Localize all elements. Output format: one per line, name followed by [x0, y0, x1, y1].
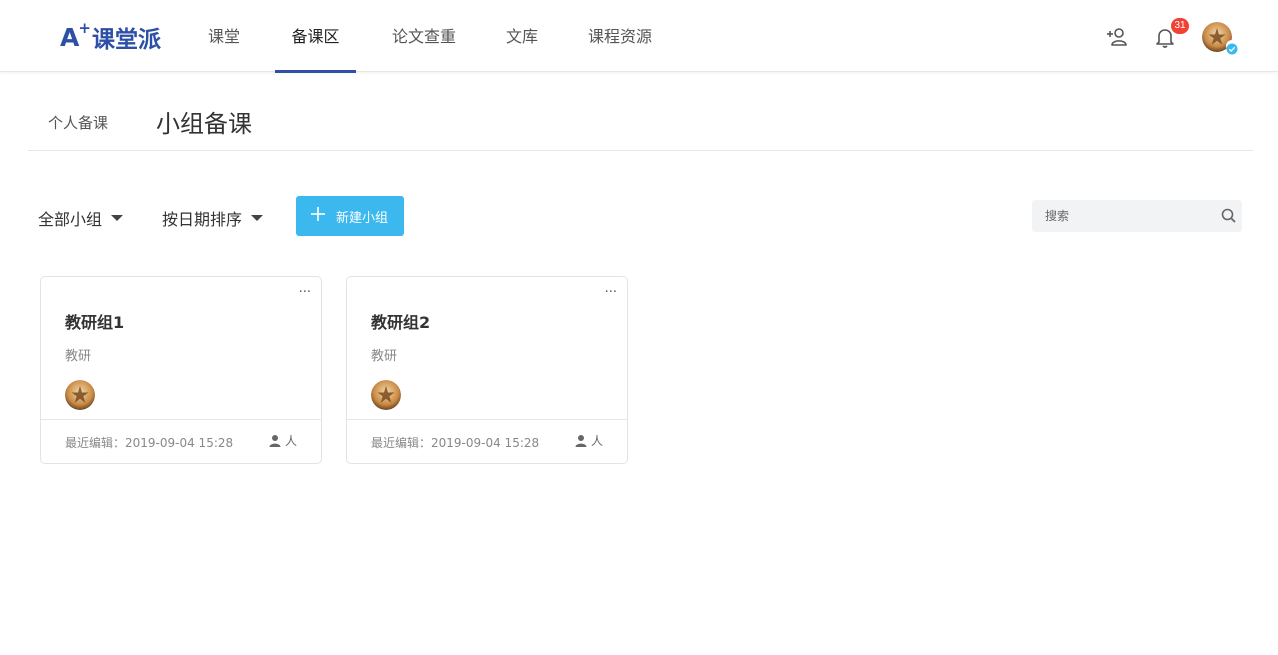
member-avatar: [65, 380, 95, 410]
tab-classroom[interactable]: 课堂: [196, 0, 252, 72]
sort-dropdown[interactable]: 按日期排序: [162, 206, 264, 230]
add-user-icon[interactable]: [1104, 24, 1130, 50]
card-divider: [347, 419, 627, 420]
new-group-button[interactable]: 新建小组: [296, 196, 404, 236]
group-description: 教研: [65, 349, 92, 364]
members-link[interactable]: 人: [574, 432, 603, 449]
person-icon: [269, 434, 281, 447]
logo[interactable]: A + 课堂派: [60, 19, 161, 53]
sort-label: 按日期排序: [162, 210, 243, 229]
verified-icon: [1226, 40, 1238, 55]
divider: [28, 150, 1253, 151]
tab-lesson-prep[interactable]: 备课区: [275, 0, 356, 73]
logo-text: 课堂派: [91, 27, 161, 53]
card-divider: [41, 419, 321, 420]
last-edited: 最近编辑：2019-09-04 15:28: [371, 436, 540, 450]
group-filter-label: 全部小组: [38, 210, 103, 229]
tab-course-resources[interactable]: 课程资源: [578, 0, 662, 72]
search-input[interactable]: [1032, 200, 1242, 232]
tab-library[interactable]: 文库: [494, 0, 550, 72]
group-card[interactable]: ··· 教研组2 教研 最近编辑：2019-09-04 15:28 人: [346, 276, 628, 464]
top-header: A + 课堂派 课堂 备课区 论文查重 文库 课程资源 31: [0, 0, 1278, 73]
caret-down-icon: [251, 215, 264, 221]
plus-icon: [310, 205, 326, 227]
logo-letter: A: [60, 22, 80, 52]
people-label: 人: [590, 434, 603, 448]
group-name: 教研组2: [371, 313, 431, 332]
logo-plus: +: [78, 19, 91, 37]
tab-personal-prep[interactable]: 个人备课: [48, 112, 108, 133]
caret-down-icon: [111, 215, 124, 221]
notification-badge: 31: [1171, 18, 1189, 34]
member-avatar: [371, 380, 401, 410]
person-icon: [575, 434, 587, 447]
more-options-icon[interactable]: ···: [605, 285, 617, 300]
new-group-label: 新建小组: [336, 210, 389, 226]
last-edited: 最近编辑：2019-09-04 15:28: [65, 436, 234, 450]
group-name: 教研组1: [65, 313, 125, 332]
search-icon[interactable]: [1220, 207, 1238, 225]
group-description: 教研: [371, 349, 398, 364]
people-label: 人: [284, 434, 297, 448]
group-filter-dropdown[interactable]: 全部小组: [38, 206, 124, 230]
group-card[interactable]: ··· 教研组1 教研 最近编辑：2019-09-04 15:28 人: [40, 276, 322, 464]
tab-paper-check[interactable]: 论文查重: [382, 0, 466, 72]
tab-group-prep[interactable]: 小组备课: [156, 104, 252, 139]
more-options-icon[interactable]: ···: [299, 285, 311, 300]
members-link[interactable]: 人: [268, 432, 297, 449]
